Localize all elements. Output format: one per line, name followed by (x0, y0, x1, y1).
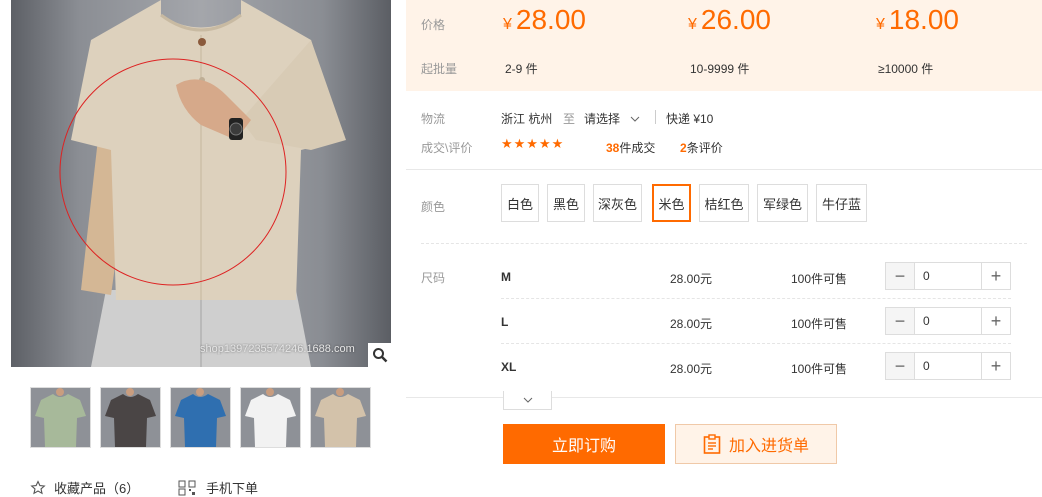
divider (406, 169, 1042, 170)
chevron-down-icon (630, 116, 640, 122)
mobile-order-label: 手机下单 (206, 481, 259, 496)
quantity-stepper[interactable]: −0 + (885, 352, 1011, 380)
quantity-input[interactable]: 0 (914, 353, 982, 379)
plus-button[interactable]: + (982, 263, 1010, 289)
tier-price-1: ¥28.00 (503, 4, 586, 35)
color-option-3[interactable]: 深灰色 (593, 184, 642, 222)
rating-stars-icon: ★★★★★ (501, 136, 565, 151)
tier-range-1: 2-9 件 (505, 62, 538, 76)
magnifier-icon (372, 348, 387, 363)
clipboard-icon (703, 434, 721, 454)
thumbnail-image (241, 388, 300, 447)
reviews-label: 成交\评价 (421, 141, 473, 155)
quantity-stepper[interactable]: −0 + (885, 262, 1011, 290)
origin-text: 浙江 杭州 (501, 112, 553, 126)
zoom-button[interactable] (368, 343, 391, 367)
color-option-7[interactable]: 牛仔蓝 (816, 184, 867, 222)
size-price: 28.00元 (670, 362, 713, 376)
quantity-stepper[interactable]: −0 + (885, 307, 1011, 335)
tier-range-3: ≥10000 件 (878, 62, 934, 76)
divider (655, 110, 656, 124)
thumbnail-2[interactable] (100, 387, 161, 448)
thumbnail-image (311, 388, 370, 447)
mobile-order-link[interactable]: 手机下单 (178, 478, 258, 497)
shipping-fee: 快递 ¥10 (666, 112, 714, 126)
watermark-text: shop1397235574246.1688.com (200, 343, 355, 355)
size-label: 尺码 (421, 271, 446, 285)
size-stock: 100件可售 (791, 317, 848, 331)
qr-code-icon (178, 480, 196, 495)
moq-label: 起批量 (421, 62, 458, 76)
tier-range-2: 10-9999 件 (690, 62, 750, 76)
size-stock: 100件可售 (791, 272, 848, 286)
tier-price-3: ¥18.00 (876, 4, 959, 35)
destination-label: 请选择 (584, 112, 621, 126)
thumbnail-image (31, 388, 90, 447)
expand-sizes-button[interactable] (503, 391, 552, 410)
star-outline-icon (30, 479, 46, 494)
minus-button[interactable]: − (886, 308, 914, 334)
plus-button[interactable]: + (982, 308, 1010, 334)
color-option-2[interactable]: 黑色 (547, 184, 585, 222)
add-to-list-label: 加入进货单 (728, 438, 809, 455)
buy-now-button[interactable]: 立即订购 (503, 424, 665, 464)
color-option-4[interactable]: 米色 (652, 184, 691, 222)
size-price: 28.00元 (670, 317, 713, 331)
thumbnail-image (171, 388, 230, 447)
destination-select[interactable]: 请选择 (584, 110, 640, 127)
divider (501, 298, 1011, 299)
thumbnail-3[interactable] (170, 387, 231, 448)
divider (501, 343, 1011, 344)
thumbnail-image (101, 388, 160, 447)
divider (406, 397, 1042, 398)
thumbnail-5[interactable] (310, 387, 371, 448)
add-to-purchase-list-button[interactable]: 加入进货单 (675, 424, 837, 464)
main-product-image[interactable] (11, 0, 391, 367)
deals-link[interactable]: 38件成交 (606, 139, 655, 156)
size-name: L (501, 315, 509, 329)
minus-button[interactable]: − (886, 263, 914, 289)
logistics-label: 物流 (421, 112, 446, 126)
size-name: M (501, 270, 511, 284)
favorite-product-link[interactable]: 收藏产品（6） (30, 478, 139, 497)
shirt-photo (59, 0, 346, 367)
color-option-6[interactable]: 军绿色 (757, 184, 808, 222)
color-label: 颜色 (421, 200, 446, 214)
minus-button[interactable]: − (886, 353, 914, 379)
reviews-link[interactable]: 2条评价 (680, 139, 723, 156)
quantity-input[interactable]: 0 (914, 308, 982, 334)
quantity-input[interactable]: 0 (914, 263, 982, 289)
color-option-5[interactable]: 桔红色 (699, 184, 749, 222)
size-price: 28.00元 (670, 272, 713, 286)
color-option-1[interactable]: 白色 (501, 184, 539, 222)
size-stock: 100件可售 (791, 362, 848, 376)
tier-price-2: ¥26.00 (688, 4, 771, 35)
chevron-down-icon (523, 397, 532, 403)
to-text: 至 (563, 112, 576, 126)
divider (421, 243, 1027, 244)
favorite-label: 收藏产品（6） (54, 481, 140, 496)
size-name: XL (501, 360, 517, 374)
thumbnail-4[interactable] (240, 387, 301, 448)
price-label: 价格 (421, 18, 446, 32)
thumbnail-1[interactable] (30, 387, 91, 448)
plus-button[interactable]: + (982, 353, 1010, 379)
